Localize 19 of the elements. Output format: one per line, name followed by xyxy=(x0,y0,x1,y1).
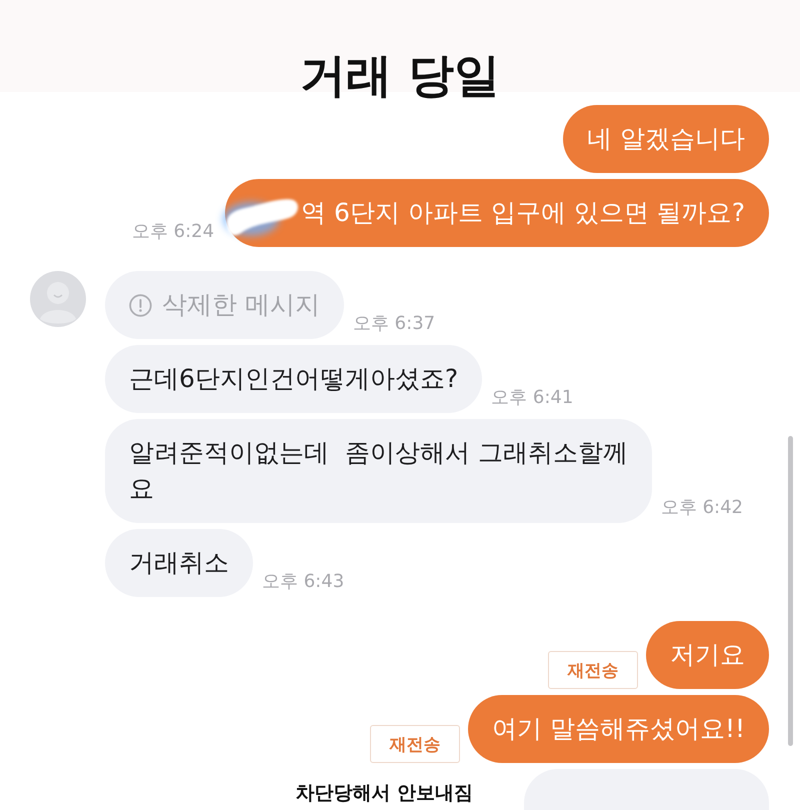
message-text: 거래취소 xyxy=(129,547,229,579)
timestamp: 오후 6:37 xyxy=(352,313,436,335)
message-text: 역 6단지 아파트 입구에 있으면 될까요? xyxy=(301,197,745,229)
message-text: 삭제한 메시지 xyxy=(162,289,320,321)
timestamp: 오후 6:43 xyxy=(262,571,344,593)
message-text: 네 알겠습니다 xyxy=(587,123,745,155)
timestamp: 오후 6:42 xyxy=(660,497,743,519)
timestamp: 오후 6:24 xyxy=(132,221,214,243)
resend-button[interactable]: 재전송 xyxy=(370,725,460,763)
annotation-caption: 차단당해서 안보내짐 xyxy=(295,781,473,806)
message-text: 저기요 xyxy=(670,639,745,671)
timestamp: 오후 6:41 xyxy=(491,387,574,409)
message-text: 근데6단지인건어떻게아셨죠? xyxy=(129,363,458,395)
page-title: 거래 당일 xyxy=(300,48,500,103)
message-text: 여기 말씀해쥬셨어요!! xyxy=(492,713,745,745)
scrollbar[interactable] xyxy=(788,436,793,746)
message-text: 알려준적이없는데 좀이상해서 그래취소할께 요 xyxy=(129,437,628,505)
resend-button[interactable]: 재전송 xyxy=(548,651,638,689)
alert-icon xyxy=(129,294,152,316)
